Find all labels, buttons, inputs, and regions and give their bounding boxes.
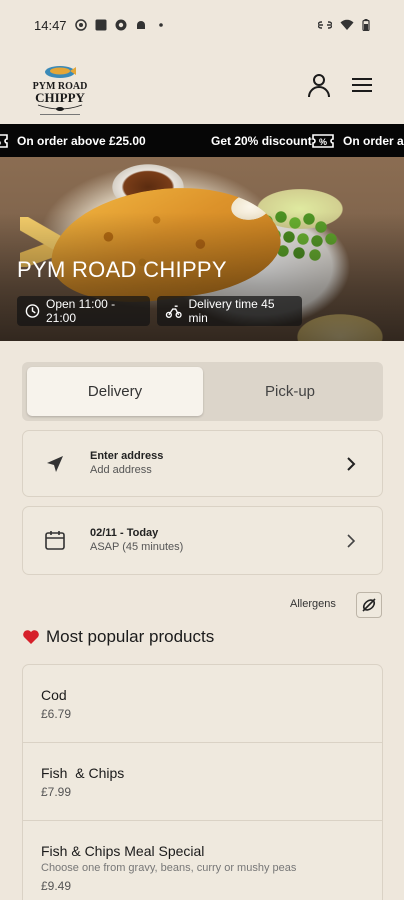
product-name: Cod [41, 687, 67, 703]
navigation-arrow-icon [47, 456, 63, 472]
svg-text:%: % [319, 137, 327, 147]
pickup-option-button[interactable]: Pick-up [202, 367, 378, 416]
app-header: PYM ROAD CHIPPY [0, 54, 404, 120]
product-list: Cod £6.79 Fish & Chips £7.99 Fish & Chip… [22, 664, 383, 900]
delivery-time-text: Delivery time 45 min [188, 297, 275, 325]
ticker-item: Get 20% discount [211, 124, 312, 157]
battery-icon [362, 19, 370, 31]
coupon-icon: % [312, 133, 334, 148]
status-bar: 14:47 [0, 0, 404, 50]
app-circle-icon [115, 19, 127, 31]
product-description: Choose one from gravy, beans, curry or m… [41, 862, 297, 874]
popular-heading-text: Most popular products [46, 627, 215, 646]
product-name: Fish & Chips [41, 765, 125, 781]
order-mode-toggle: Delivery Pick-up [22, 362, 383, 421]
schedule-text: 02/11 - Today ASAP (45 minutes) [90, 527, 183, 553]
product-price: £9.49 [41, 879, 72, 893]
allergens-label: Allergens [290, 598, 336, 610]
restaurant-title: PYM ROAD CHIPPY [17, 257, 227, 282]
hero-banner: PYM ROAD CHIPPY Open 11:00 - 21:00 Deliv… [0, 157, 404, 341]
opening-hours-badge: Open 11:00 - 21:00 [17, 296, 150, 326]
product-item[interactable]: Fish & Chips £7.99 [23, 743, 382, 821]
wifi-icon [340, 19, 354, 30]
product-name: Fish & Chips Meal Special [41, 843, 205, 859]
delivery-time-badge: Delivery time 45 min [157, 296, 302, 326]
link-icon [318, 21, 332, 29]
sync-icon [74, 19, 87, 31]
ticker-item: % On order above £25.00 [0, 124, 146, 157]
account-icon[interactable] [306, 72, 332, 98]
logo-line2: CHIPPY [35, 90, 85, 105]
brand-logo[interactable]: PYM ROAD CHIPPY [30, 58, 90, 118]
chevron-right-icon [347, 534, 356, 548]
schedule-date: 02/11 - Today [90, 527, 159, 539]
calendar-icon [45, 531, 65, 550]
clock-icon [25, 304, 40, 318]
app-square-icon [95, 19, 107, 31]
schedule-card[interactable]: 02/11 - Today ASAP (45 minutes) [22, 506, 383, 575]
address-text: Enter address Add address [90, 450, 163, 476]
delivery-option-button[interactable]: Delivery [27, 367, 203, 416]
address-title: Enter address [90, 450, 164, 462]
ticker-text: On order above £25.00 [17, 133, 146, 148]
address-card[interactable]: Enter address Add address [22, 430, 383, 497]
promo-ticker: % On order above £25.00 Get 20% discount… [0, 124, 404, 157]
hamburger-menu-icon[interactable] [349, 72, 375, 98]
scooter-icon [165, 305, 182, 318]
svg-text:%: % [0, 137, 1, 147]
product-price: £6.79 [41, 707, 72, 721]
allergen-icon [362, 598, 376, 612]
ticker-item: % On order above [312, 124, 404, 157]
dot-icon [158, 23, 163, 27]
status-time: 14:47 [34, 17, 67, 33]
opening-hours-text: Open 11:00 - 21:00 [45, 297, 116, 325]
product-item[interactable]: Cod £6.79 [23, 665, 382, 743]
product-price: £7.99 [41, 785, 72, 799]
ticker-text: Get 20% discount [211, 133, 312, 148]
product-item[interactable]: Fish & Chips Meal Special Choose one fro… [23, 821, 382, 900]
android-icon [136, 21, 145, 29]
schedule-time: ASAP (45 minutes) [90, 541, 184, 553]
coupon-icon: % [0, 133, 8, 148]
allergens-button[interactable] [356, 592, 382, 618]
address-subtitle: Add address [90, 464, 152, 476]
chevron-right-icon [347, 457, 356, 471]
heart-icon [23, 630, 39, 644]
popular-products-heading: Most popular products [22, 627, 214, 647]
ticker-text: On order above [343, 133, 404, 148]
